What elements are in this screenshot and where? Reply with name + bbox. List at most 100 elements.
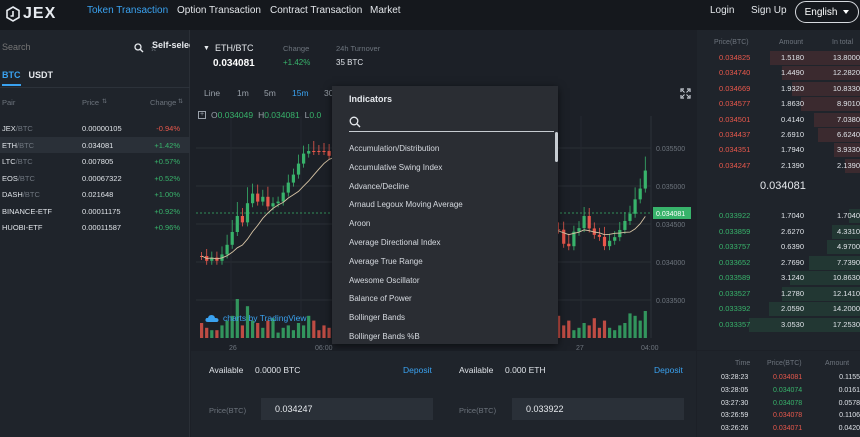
indicator-item[interactable]: Average True Range [332, 253, 552, 272]
nav-contract-transaction[interactable]: Contract Transaction [270, 5, 362, 16]
signup-link[interactable]: Sign Up [751, 5, 787, 16]
bid-price: 0.033392 [719, 304, 751, 313]
indicator-item[interactable]: Bollinger Bands %B [332, 328, 552, 344]
pair-price: 0.021648 [82, 190, 114, 199]
bid-row[interactable]: 0.033527 1.2780 12.1410 [697, 286, 860, 301]
pair-name: JEX/BTC [2, 124, 33, 133]
ask-row[interactable]: 0.034501 0.4140 7.0380 [697, 112, 860, 127]
pair-row[interactable]: DASH/BTC 0.021648 +1.00% [0, 186, 190, 203]
indicator-item[interactable]: Arnaud Legoux Moving Average [332, 196, 552, 215]
bid-amount: 3.1240 [781, 273, 804, 282]
indicator-item[interactable]: Balance of Power [332, 290, 552, 309]
ask-row[interactable]: 0.034247 2.1390 2.1390 [697, 158, 860, 173]
jex-logo[interactable]: JEX [6, 3, 66, 25]
nav-option-transaction[interactable]: Option Transaction [177, 5, 261, 16]
ask-row[interactable]: 0.034669 1.9320 10.8330 [697, 81, 860, 96]
tradingview-badge[interactable]: charts by TradingView [205, 313, 306, 323]
tr-col-price: Price(BTC) [767, 360, 802, 367]
trade-time: 03:28:23 [721, 374, 749, 381]
interval-line[interactable]: Line [204, 88, 220, 98]
pair-price: 0.00000105 [82, 124, 122, 133]
indicator-item[interactable]: Bollinger Bands [332, 309, 552, 328]
pair-row[interactable]: LTC/BTC 0.007805 +0.57% [0, 153, 190, 170]
indicators-scrollbar[interactable] [555, 132, 558, 162]
pair-row[interactable]: ETH/BTC 0.034081 +1.42% [0, 136, 190, 153]
price-tick-label: 0.035000 [656, 184, 685, 191]
interval-5m[interactable]: 5m [264, 88, 276, 98]
ask-total: 8.9010 [837, 99, 860, 109]
sort-icon[interactable]: ⇅ [178, 98, 183, 105]
nav-market[interactable]: Market [370, 5, 401, 16]
indicator-item[interactable]: Advance/Decline [332, 178, 552, 197]
ask-total: 10.8330 [832, 83, 860, 93]
pair-base: HUOBI-ETF [2, 223, 43, 232]
bid-price: 0.033859 [719, 226, 751, 236]
candle-body [245, 203, 250, 223]
buy-price-input[interactable]: 0.034247 [261, 398, 433, 420]
self-select-toggle[interactable]: Self-selecte [152, 40, 190, 50]
bid-row[interactable]: 0.033859 2.6270 4.3310 [697, 224, 860, 239]
indicator-item[interactable]: Awesome Oscillator [332, 272, 552, 291]
fullscreen-icon[interactable] [680, 88, 691, 99]
tab-btc[interactable]: BTC [2, 70, 21, 86]
candle-body [638, 188, 642, 200]
ohlc-h-value: 0.034081 [264, 110, 300, 120]
pair-row[interactable]: HUOBI-ETF 0.00011587 +0.96% [0, 219, 190, 236]
price-tick-label: 0.035500 [656, 146, 685, 153]
pair-row[interactable]: JEX/BTC 0.00000105 -0.94% [0, 120, 190, 137]
bid-row[interactable]: 0.033589 3.1240 10.8630 [697, 271, 860, 285]
search-icon[interactable] [134, 43, 144, 53]
sell-available-value: 0.000 ETH [505, 365, 546, 375]
indicators-list: Accumulation/Distribution Accumulative Sw… [332, 140, 552, 344]
bid-row[interactable]: 0.033757 0.6390 4.9700 [697, 240, 860, 254]
sell-price-input[interactable]: 0.033922 [512, 398, 684, 420]
ask-amount: 2.6910 [781, 130, 804, 139]
ask-row[interactable]: 0.034825 1.5180 13.8000 [697, 51, 860, 65]
pair-row[interactable]: BINANCE-ETF 0.00011175 +0.92% [0, 203, 190, 220]
ask-row[interactable]: 0.034577 1.8630 8.9010 [697, 97, 860, 112]
ask-row[interactable]: 0.034351 1.7940 3.9330 [697, 143, 860, 158]
pair-selector[interactable]: ▼ ETH/BTC [203, 43, 254, 53]
ask-row[interactable]: 0.034437 2.6910 6.6240 [697, 128, 860, 142]
pair-name: EOS/BTC [2, 174, 35, 183]
bid-total: 4.3310 [837, 226, 860, 236]
sell-deposit-link[interactable]: Deposit [654, 365, 683, 375]
pair-base: EOS [2, 173, 18, 183]
candle-body [327, 151, 331, 156]
nav-token-transaction[interactable]: Token Transaction [87, 5, 168, 16]
interval-1m[interactable]: 1m [237, 88, 249, 98]
sort-icon[interactable]: ⇅ [102, 98, 107, 105]
pair-quote: /BTC [17, 140, 35, 150]
volume-bar [572, 330, 576, 338]
bid-row[interactable]: 0.033922 1.7040 1.7040 [697, 209, 860, 223]
bid-row[interactable]: 0.033357 3.0530 17.2530 [697, 317, 860, 332]
bid-row[interactable]: 0.033652 2.7690 7.7390 [697, 255, 860, 270]
indicator-item[interactable]: Accumulation/Distribution [332, 140, 552, 159]
pair-name: BINANCE-ETF [2, 207, 52, 216]
pair-name: ETH/BTC [2, 141, 34, 150]
expand-legend-icon[interactable]: + [198, 111, 206, 119]
indicator-item[interactable]: Average Directional Index [332, 234, 552, 253]
buy-deposit-link[interactable]: Deposit [403, 365, 432, 375]
trade-row: 03:26:26 0.034071 0.0420 [697, 424, 860, 437]
ask-row[interactable]: 0.034740 1.4490 12.2820 [697, 66, 860, 81]
language-select[interactable]: English [795, 1, 859, 23]
pair-search-input[interactable] [2, 42, 122, 52]
indicator-item[interactable]: Aroon [332, 215, 552, 234]
pair-quote: /BTC [17, 173, 35, 183]
col-change[interactable]: Change [150, 98, 176, 107]
pair-base: JEX [2, 124, 16, 133]
tab-usdt[interactable]: USDT [29, 70, 54, 86]
login-link[interactable]: Login [710, 5, 734, 16]
volume-bar [261, 327, 265, 338]
bid-row[interactable]: 0.033392 2.0590 14.2000 [697, 302, 860, 316]
trade-time: 03:26:26 [721, 425, 749, 433]
col-price[interactable]: Price [82, 98, 99, 107]
change-value: +1.42% [283, 58, 311, 67]
candle-body [296, 163, 301, 175]
interval-15m[interactable]: 15m [292, 88, 309, 98]
indicators-search-input[interactable] [369, 115, 549, 125]
col-pair[interactable]: Pair [2, 98, 15, 107]
indicator-item[interactable]: Accumulative Swing Index [332, 159, 552, 178]
pair-row[interactable]: EOS/BTC 0.00067322 +0.52% [0, 170, 190, 187]
